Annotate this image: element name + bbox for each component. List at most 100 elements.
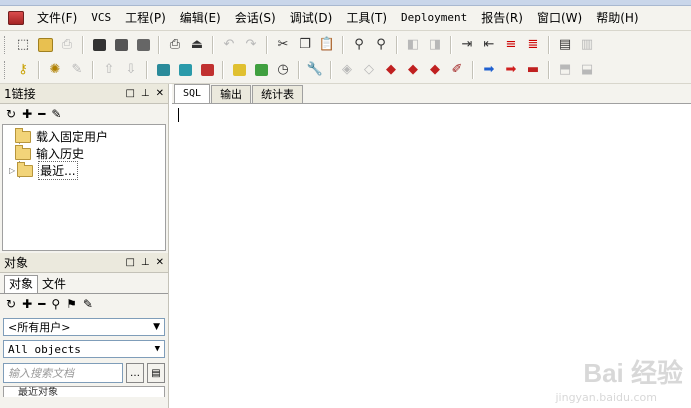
break-icon[interactable]: ◆: [404, 61, 422, 79]
object-type-select[interactable]: All objects ▼: [3, 340, 165, 358]
settings-icon[interactable]: ✺: [46, 61, 64, 79]
tree-item-fixed-users[interactable]: 载入固定用户: [15, 127, 108, 145]
close-icon[interactable]: ⏏: [188, 36, 206, 54]
objects-pane-title: 对象: [4, 256, 29, 270]
folder-icon: [15, 144, 31, 160]
add-icon[interactable]: ✚: [22, 297, 32, 311]
open-icon[interactable]: [36, 36, 54, 54]
close-icon[interactable]: ✕: [156, 257, 164, 268]
restore-icon[interactable]: □: [125, 88, 134, 99]
object-list: 最近对象: [3, 386, 165, 397]
back-icon[interactable]: ◧: [404, 36, 422, 54]
check-icon[interactable]: [252, 61, 270, 79]
stop-icon[interactable]: ◆: [382, 61, 400, 79]
tab-sql[interactable]: SQL: [174, 84, 211, 103]
sql-icon[interactable]: [154, 61, 172, 79]
tree-item-recent[interactable]: ▷ 最近...: [9, 161, 78, 180]
cut-icon[interactable]: ✂: [274, 36, 292, 54]
menu-deployment[interactable]: Deployment: [394, 8, 474, 28]
redline-icon[interactable]: ▬: [524, 61, 542, 79]
arrow-right-red-icon[interactable]: ➡: [502, 61, 520, 79]
debug-icon[interactable]: ◆: [426, 61, 444, 79]
menu-edit[interactable]: 编辑(E): [173, 8, 228, 28]
tab-objects[interactable]: 对象: [4, 275, 39, 293]
menu-help[interactable]: 帮助(H): [589, 8, 645, 28]
editor-tabs: SQL 输出 统计表: [172, 84, 691, 104]
refresh-icon[interactable]: ↻: [6, 107, 16, 121]
redo-icon[interactable]: ↷: [242, 36, 260, 54]
upload-icon[interactable]: ⇧: [100, 61, 118, 79]
remove-icon[interactable]: ━: [38, 107, 45, 121]
binoculars-icon[interactable]: ⚲: [51, 297, 60, 311]
save-as-icon[interactable]: [134, 36, 152, 54]
find-next-icon[interactable]: ⚲: [372, 36, 390, 54]
step-icon[interactable]: ◈: [338, 61, 356, 79]
browse-button[interactable]: …: [126, 363, 144, 383]
tools-icon[interactable]: [230, 61, 248, 79]
export-icon[interactable]: ⬒: [556, 61, 574, 79]
tab-files[interactable]: 文件: [38, 276, 70, 293]
find-icon[interactable]: ⚲: [350, 36, 368, 54]
connections-pane-header: 1链接 □ ⊥ ✕: [0, 84, 168, 104]
pin-icon[interactable]: ⊥: [141, 257, 150, 268]
paste-icon[interactable]: 📋: [318, 36, 336, 54]
edit-icon[interactable]: ✎: [51, 107, 61, 121]
compile-icon[interactable]: ▥: [578, 36, 596, 54]
disconnect-icon[interactable]: [198, 61, 216, 79]
connections-mini-toolbar: ↻ ✚ ━ ✎: [0, 104, 168, 124]
unindent-icon[interactable]: ⇤: [480, 36, 498, 54]
print-preview-icon[interactable]: ⎙: [166, 36, 184, 54]
import-icon[interactable]: ⬓: [578, 61, 596, 79]
objects-mini-toolbar: ↻ ✚ ━ ⚲ ⚑ ✎: [0, 293, 168, 314]
menu-vcs[interactable]: VCS: [84, 8, 118, 28]
menu-debug[interactable]: 调试(D): [283, 8, 340, 28]
menu-session[interactable]: 会话(S): [228, 8, 283, 28]
key-icon[interactable]: ⚷: [14, 61, 32, 79]
connections-pane-title: 1链接: [4, 87, 36, 101]
toolbar-grip[interactable]: [4, 35, 8, 54]
erase-icon[interactable]: ◇: [360, 61, 378, 79]
document-icon[interactable]: ▤: [147, 363, 165, 383]
menu-tools[interactable]: 工具(T): [339, 8, 394, 28]
user-select[interactable]: <所有用户> ▼: [3, 318, 165, 336]
run-icon[interactable]: ▤: [556, 36, 574, 54]
tree-item-history[interactable]: 输入历史: [15, 144, 84, 162]
print-icon[interactable]: ⎙: [58, 36, 76, 54]
download-icon[interactable]: ⇩: [122, 61, 140, 79]
expand-arrow-icon[interactable]: ▷: [9, 166, 15, 175]
menu-project[interactable]: 工程(P): [118, 8, 173, 28]
comment-icon[interactable]: ≡: [502, 36, 520, 54]
wrench-icon[interactable]: 🔧: [306, 61, 324, 79]
indent-icon[interactable]: ⇥: [458, 36, 476, 54]
menu-file[interactable]: 文件(F): [30, 8, 84, 28]
forward-icon[interactable]: ◨: [426, 36, 444, 54]
search-input[interactable]: 输入搜索文档: [3, 363, 123, 383]
connect-icon[interactable]: [176, 61, 194, 79]
arrow-right-blue-icon[interactable]: ➡: [480, 61, 498, 79]
brush-icon[interactable]: ✐: [448, 61, 466, 79]
remove-icon[interactable]: ━: [38, 297, 45, 311]
tab-output[interactable]: 输出: [211, 85, 252, 103]
pen-icon[interactable]: ✎: [68, 61, 86, 79]
app-database-icon: [8, 11, 24, 25]
close-icon[interactable]: ✕: [156, 88, 164, 99]
filter-icon[interactable]: ⚑: [66, 297, 77, 311]
restore-icon[interactable]: □: [125, 257, 134, 268]
refresh-icon[interactable]: ↻: [6, 297, 16, 311]
edit-icon[interactable]: ✎: [83, 297, 93, 311]
undo-icon[interactable]: ↶: [220, 36, 238, 54]
clock-icon[interactable]: ◷: [274, 61, 292, 79]
uncomment-icon[interactable]: ≣: [524, 36, 542, 54]
menu-reports[interactable]: 报告(R): [474, 8, 530, 28]
copy-icon[interactable]: ❐: [296, 36, 314, 54]
dropdown-arrow-icon: ▼: [154, 344, 160, 354]
save-icon[interactable]: [90, 36, 108, 54]
pin-icon[interactable]: ⊥: [141, 88, 150, 99]
object-list-row-partial[interactable]: 最近对象: [18, 387, 58, 397]
toolbar-grip-2[interactable]: [4, 60, 8, 79]
new-icon[interactable]: ⬚: [14, 36, 32, 54]
add-icon[interactable]: ✚: [22, 107, 32, 121]
tab-statistics[interactable]: 统计表: [252, 85, 304, 103]
save-all-icon[interactable]: [112, 36, 130, 54]
menu-window[interactable]: 窗口(W): [530, 8, 589, 28]
